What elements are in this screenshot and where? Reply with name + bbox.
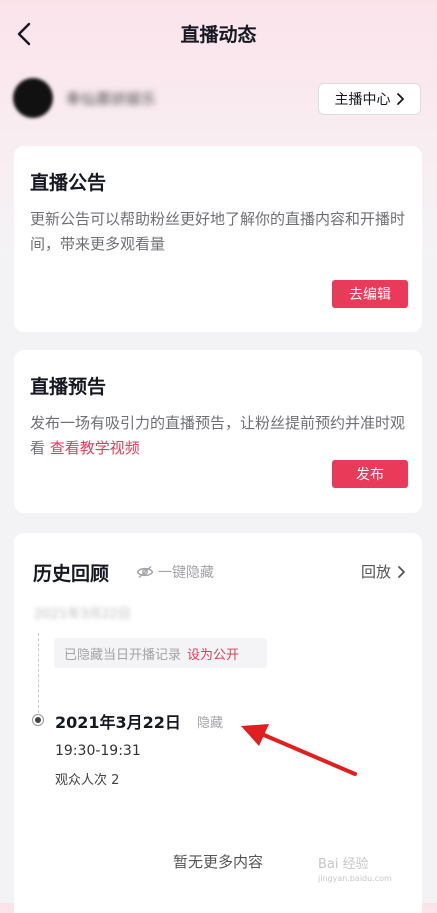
hide-all-label: 一键隐藏	[158, 565, 214, 581]
page-title: 直播动态	[180, 24, 257, 46]
hidden-record-notice: 已隐藏当日开播记录 设为公开	[54, 638, 267, 668]
eye-off-icon	[136, 565, 154, 579]
preview-desc: 发布一场有吸引力的直播预告，让粉丝提前预约并准时观看 查看教学视频	[30, 411, 406, 461]
entry-viewers: 观众人次 2	[55, 773, 120, 788]
annotation-arrow-icon	[241, 724, 357, 776]
preview-title: 直播预告	[30, 376, 107, 398]
replay-button[interactable]: 回放	[361, 561, 406, 582]
username: 奉仙慕妍娱乐	[66, 90, 157, 108]
entry-date: 2021年3月22日	[55, 713, 181, 732]
hidden-notice-text: 已隐藏当日开播记录	[64, 647, 182, 663]
host-center-label: 主播中心	[334, 92, 391, 108]
hide-entry-button[interactable]: 隐藏	[197, 712, 223, 731]
edit-announcement-button[interactable]: 去编辑	[332, 280, 408, 308]
avatar[interactable]	[13, 78, 53, 118]
tutorial-video-link[interactable]: 查看教学视频	[50, 439, 140, 457]
hide-all-button[interactable]: 一键隐藏	[136, 562, 214, 582]
announcement-title: 直播公告	[30, 172, 107, 194]
watermark-logo: Bai 经验	[318, 857, 369, 872]
chevron-right-icon	[396, 93, 404, 105]
announcement-card: 直播公告 更新公告可以帮助粉丝更好地了解你的直播内容和开播时间，带来更多观看量 …	[14, 146, 422, 332]
history-card: 历史回顾 一键隐藏 回放 2021年3月22日 已隐藏当日开播记录 设为公开 2…	[14, 533, 422, 913]
timeline-line	[38, 633, 39, 713]
preview-card: 直播预告 发布一场有吸引力的直播预告，让粉丝提前预约并准时观看 查看教学视频 发…	[14, 350, 422, 513]
publish-button[interactable]: 发布	[332, 460, 408, 488]
history-title: 历史回顾	[33, 563, 110, 585]
timeline-dot	[32, 714, 44, 726]
entry-time: 19:30-19:31	[55, 743, 141, 759]
watermark-url: jingyan.baidu.com	[318, 874, 392, 883]
host-center-button[interactable]: 主播中心	[318, 83, 421, 115]
watermark: Bai 经验 jingyan.baidu.com	[318, 858, 392, 886]
chevron-right-icon	[398, 565, 405, 578]
make-public-link[interactable]: 设为公开	[187, 644, 239, 663]
blurred-date: 2021年3月22日	[34, 607, 131, 622]
replay-label: 回放	[360, 563, 391, 581]
announcement-desc: 更新公告可以帮助粉丝更好地了解你的直播内容和开播时间，带来更多观看量	[30, 210, 406, 253]
